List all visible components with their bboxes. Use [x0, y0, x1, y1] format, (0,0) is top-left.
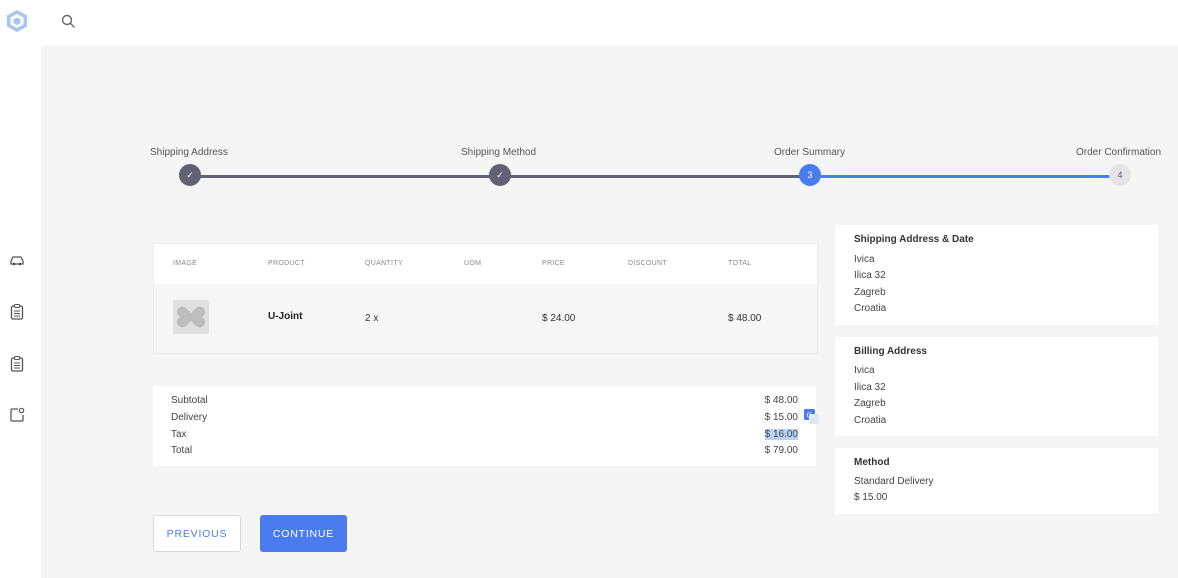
- product-quantity: 2 x: [365, 313, 379, 324]
- hexagon-logo-icon[interactable]: [6, 9, 28, 33]
- translate-icon[interactable]: G: [804, 409, 819, 424]
- stepper-line-done: [499, 175, 811, 178]
- delivery-label: Delivery: [171, 412, 208, 423]
- step-label: Shipping Address: [150, 147, 228, 158]
- top-bar: [0, 0, 1178, 46]
- column-header: PRODUCT: [268, 260, 305, 267]
- u-joint-image-icon: [176, 306, 206, 328]
- table-row: U-Joint 2 x $ 24.00 $ 48.00: [154, 284, 817, 353]
- step-label: Order Summary: [774, 147, 846, 158]
- product-total: $ 48.00: [728, 313, 762, 324]
- total-value: $ 79.00: [764, 445, 798, 456]
- step-marker-shipping-method[interactable]: ✓: [489, 164, 511, 186]
- step-marker-order-confirmation[interactable]: 4: [1109, 164, 1131, 186]
- address-line: Ivica: [854, 254, 875, 265]
- method-name: Standard Delivery: [854, 476, 934, 487]
- address-line: Ilica 32: [854, 270, 886, 281]
- tax-value: $ 16.00: [764, 429, 798, 440]
- stepper-line-active: [810, 175, 1122, 178]
- card-title: Shipping Address & Date: [854, 234, 974, 245]
- sidebar: [0, 46, 41, 578]
- main-content: Shipping Address Shipping Method Order S…: [41, 46, 1178, 578]
- clipboard-icon[interactable]: [8, 355, 26, 373]
- column-header: TOTAL: [728, 260, 752, 267]
- product-image: [173, 300, 209, 334]
- address-line: Ilica 32: [854, 382, 886, 393]
- address-line: Zagreb: [854, 287, 886, 298]
- step-label: Shipping Method: [461, 147, 537, 158]
- total-label: Total: [171, 445, 193, 456]
- column-header: IMAGE: [173, 260, 198, 267]
- delivery-method-card: Method Standard Delivery $ 15.00: [835, 448, 1158, 514]
- order-items-table: IMAGE PRODUCT QUANTITY UOM PRICE DISCOUN…: [153, 243, 818, 354]
- gear-box-icon[interactable]: [8, 406, 26, 424]
- address-line: Croatia: [854, 415, 887, 426]
- card-title: Billing Address: [854, 346, 927, 357]
- column-header: PRICE: [542, 260, 565, 267]
- search-icon[interactable]: [60, 13, 76, 29]
- step-marker-shipping-address[interactable]: ✓: [179, 164, 201, 186]
- svg-text:G: G: [807, 412, 812, 420]
- card-title: Method: [854, 457, 890, 468]
- shipping-address-card: Shipping Address & Date Ivica Ilica 32 Z…: [835, 225, 1158, 325]
- address-line: Croatia: [854, 303, 887, 314]
- step-marker-order-summary[interactable]: 3: [799, 164, 821, 186]
- clipboard-icon[interactable]: [8, 303, 26, 321]
- order-totals: Subtotal $ 48.00 Delivery $ 15.00 Tax $ …: [153, 386, 816, 466]
- method-price: $ 15.00: [854, 492, 888, 503]
- step-label: Order Confirmation: [1076, 147, 1162, 158]
- previous-button[interactable]: PREVIOUS: [153, 515, 241, 552]
- column-header: QUANTITY: [365, 260, 403, 267]
- address-line: Zagreb: [854, 398, 886, 409]
- subtotal-value: $ 48.00: [764, 395, 798, 406]
- stepper-line-done: [189, 175, 501, 178]
- table-header: IMAGE PRODUCT QUANTITY UOM PRICE DISCOUN…: [154, 244, 817, 284]
- tax-label: Tax: [171, 429, 187, 440]
- column-header: DISCOUNT: [628, 260, 667, 267]
- subtotal-label: Subtotal: [171, 395, 208, 406]
- delivery-value: $ 15.00: [764, 412, 798, 423]
- column-header: UOM: [464, 260, 482, 267]
- billing-address-card: Billing Address Ivica Ilica 32 Zagreb Cr…: [835, 337, 1158, 436]
- continue-button[interactable]: CONTINUE: [260, 515, 347, 552]
- car-icon[interactable]: [8, 251, 26, 269]
- product-price: $ 24.00: [542, 313, 576, 324]
- product-name: U-Joint: [268, 311, 303, 322]
- address-line: Ivica: [854, 365, 875, 376]
